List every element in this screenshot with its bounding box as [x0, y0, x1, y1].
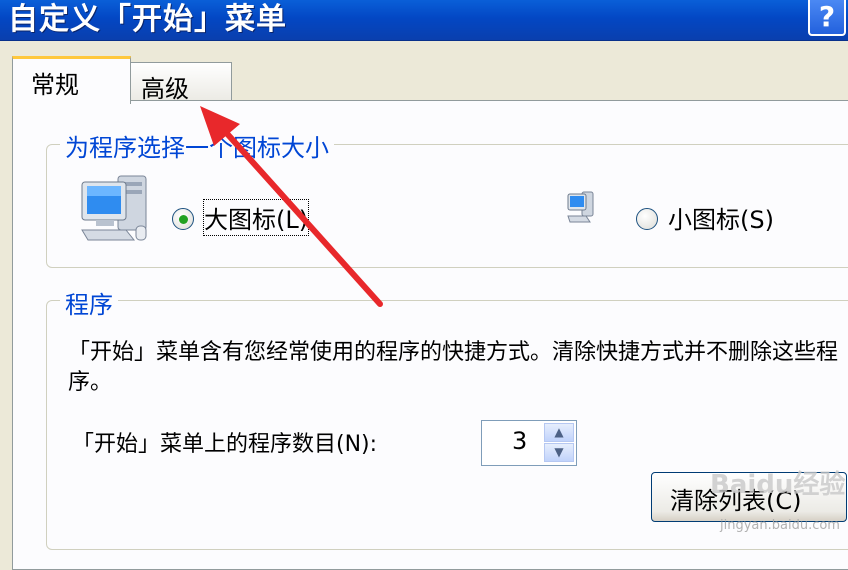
programs-group-legend: 程序 — [60, 285, 118, 320]
tab-general[interactable]: 常规 — [12, 56, 131, 104]
program-count-label: 「开始」菜单上的程序数目(N): — [72, 432, 378, 457]
program-count-value[interactable]: 3 — [512, 427, 527, 455]
small-computer-icon — [566, 188, 596, 224]
window-title: 自定义「开始」菜单 — [8, 2, 287, 37]
small-icon-radio[interactable] — [636, 208, 658, 230]
stepper-down-icon[interactable]: ▼ — [544, 443, 574, 462]
large-icon-label[interactable]: 大图标(L) — [202, 199, 310, 236]
tab-advanced[interactable]: 高级 — [130, 62, 232, 103]
stepper-up-icon[interactable]: ▲ — [544, 423, 574, 442]
icon-size-group-legend: 为程序选择一个图标大小 — [60, 128, 334, 163]
large-icon-radio[interactable] — [172, 208, 194, 230]
small-icon-label[interactable]: 小图标(S) — [668, 200, 774, 235]
radio-selected-dot — [179, 215, 188, 224]
large-computer-icon — [78, 168, 154, 244]
program-count-stepper[interactable]: 3 ▲ ▼ — [481, 420, 577, 466]
help-button[interactable]: ? — [808, 0, 846, 36]
clear-list-button[interactable]: 清除列表(C) — [651, 472, 847, 522]
programs-description: 「开始」菜单含有您经常使用的程序的快捷方式。清除快捷方式并不删除这些程序。 — [68, 340, 839, 395]
stepper-buttons: ▲ ▼ — [544, 423, 574, 463]
title-bar: 自定义「开始」菜单 ? — [0, 0, 848, 41]
